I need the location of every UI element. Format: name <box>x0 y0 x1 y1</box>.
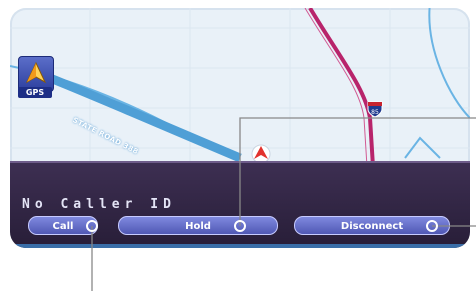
gps-label: GPS <box>18 87 52 98</box>
hold-button[interactable]: Hold <box>118 216 278 235</box>
status-strip <box>10 244 470 248</box>
disconnect-button[interactable]: Disconnect <box>294 216 450 235</box>
interstate-shield-icon: 85 <box>367 101 383 118</box>
call-button[interactable]: Call <box>28 216 98 235</box>
compass-icon <box>25 61 47 84</box>
interstate-number: 85 <box>371 109 379 116</box>
caller-id-text: No Caller ID <box>22 197 176 212</box>
navigation-screen: GPS STATE ROAD 388 85 <box>10 8 470 248</box>
